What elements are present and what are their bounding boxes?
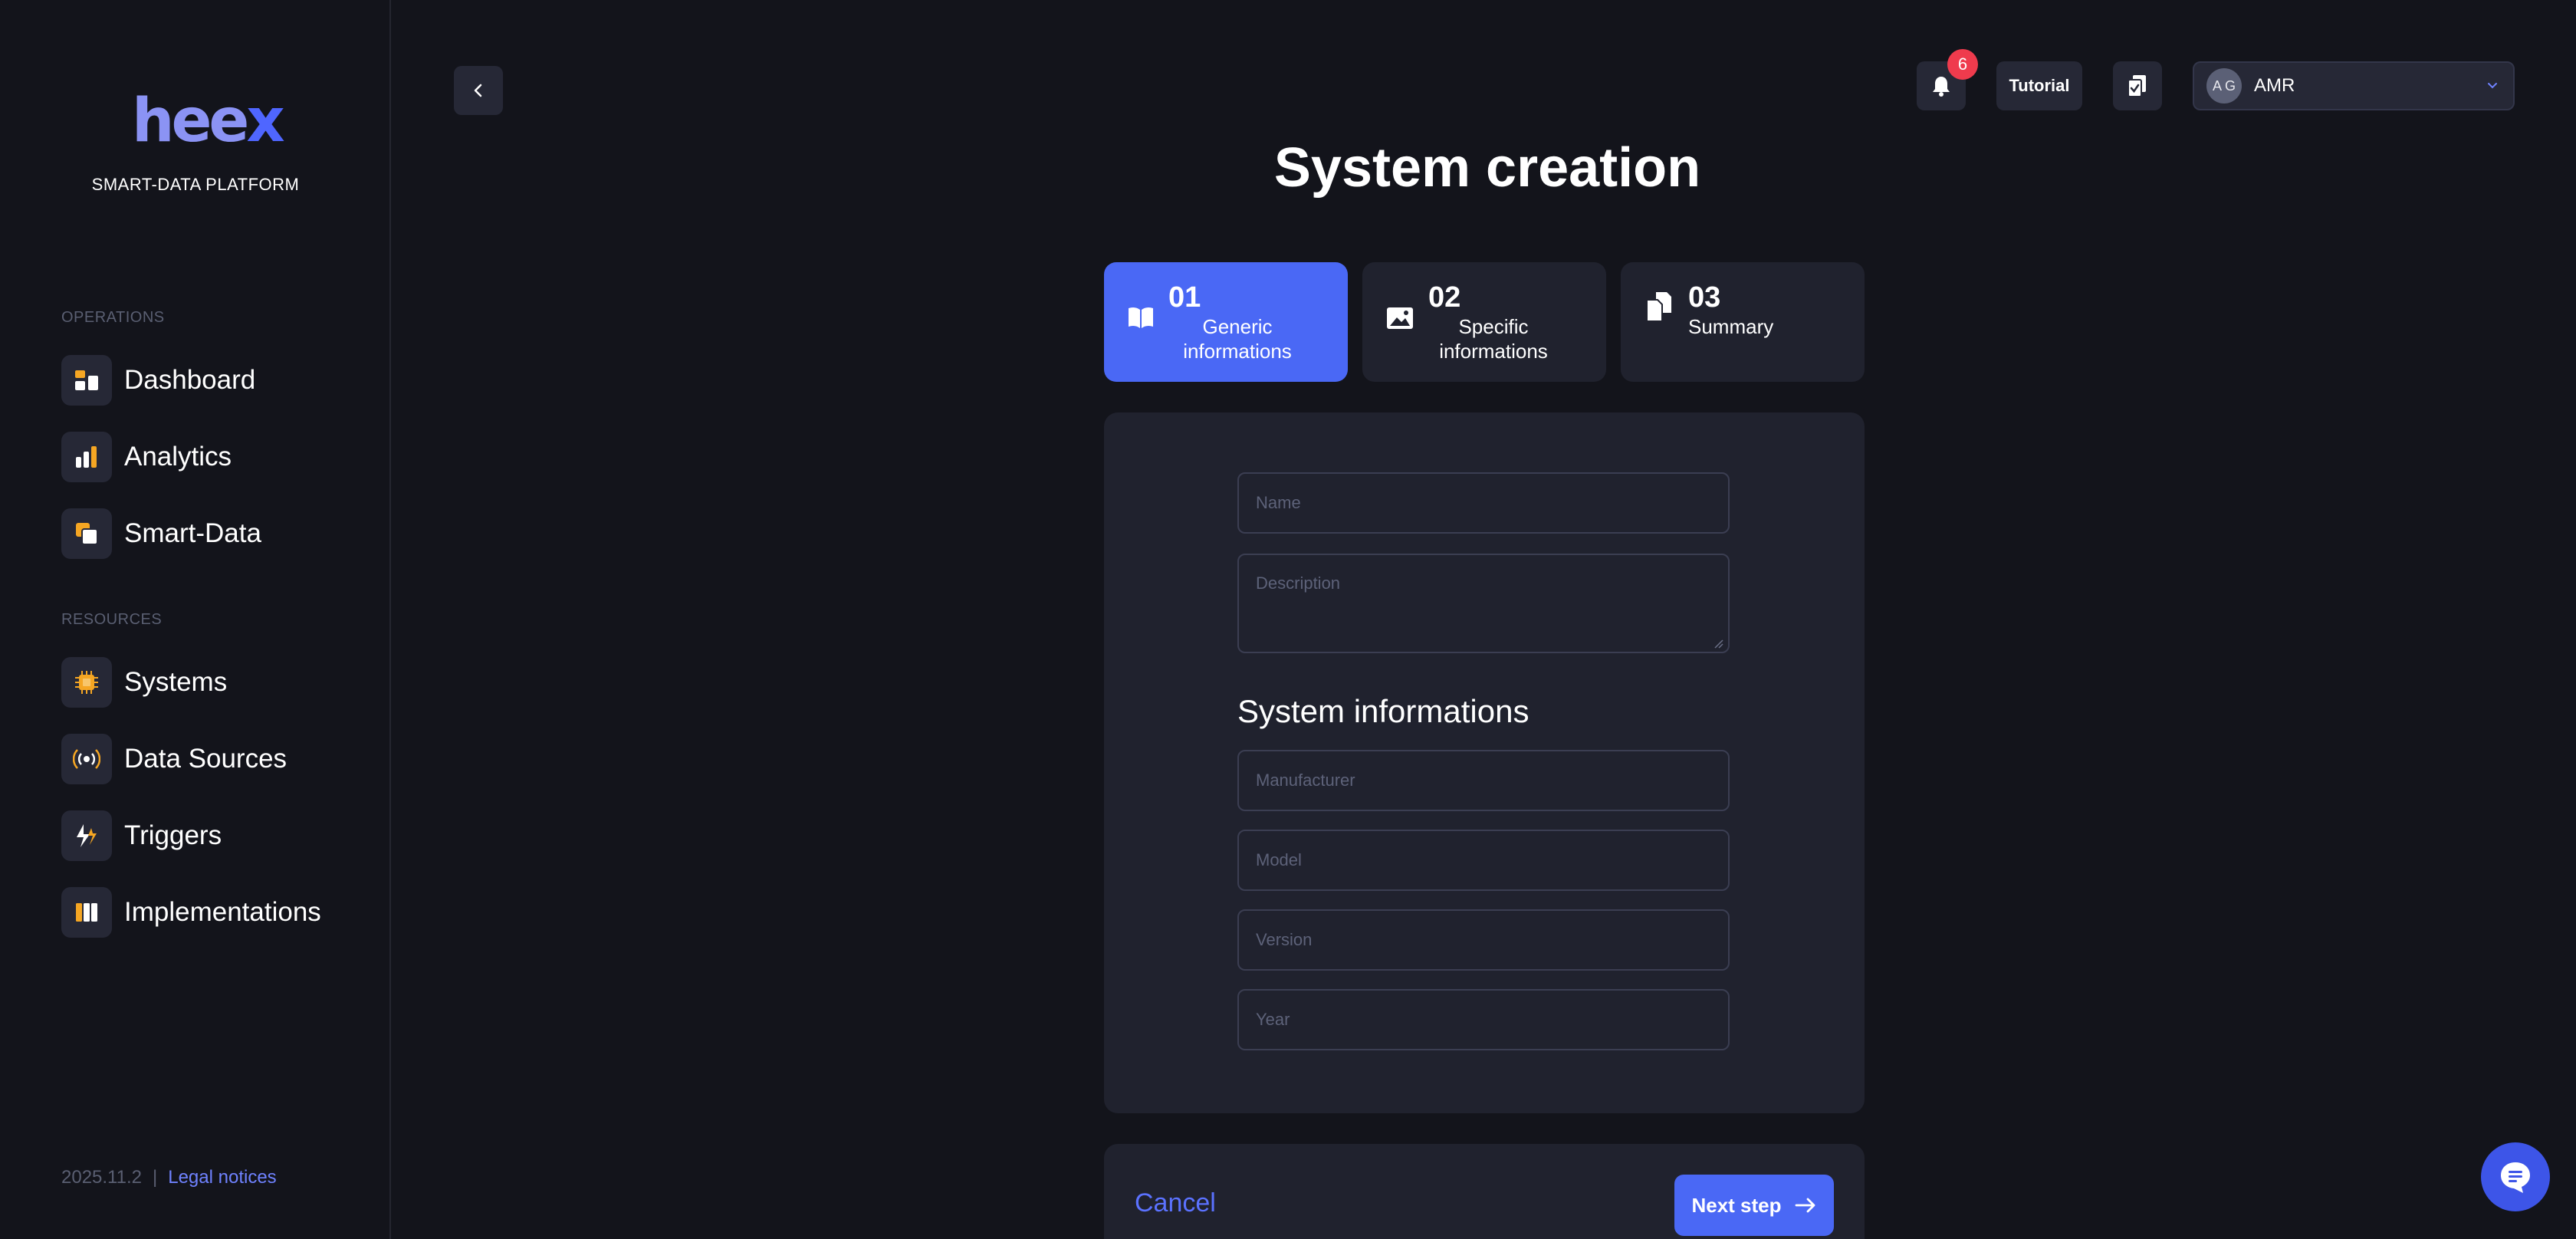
sidebar-item-label: Data Sources	[124, 744, 288, 774]
logo-x: x	[246, 87, 284, 156]
bar-chart-icon	[61, 432, 112, 482]
sidebar-item-analytics[interactable]: Analytics	[61, 431, 232, 483]
chevron-left-icon	[474, 84, 482, 97]
sidebar-item-triggers[interactable]: Triggers	[61, 810, 222, 862]
chat-support-button[interactable]	[2481, 1142, 2550, 1211]
heex-logo[interactable]: heex	[132, 90, 285, 152]
model-field[interactable]: Model	[1237, 830, 1730, 891]
name-field[interactable]: Name	[1237, 472, 1730, 534]
arrow-right-icon	[1795, 1198, 1815, 1213]
resize-grip-icon[interactable]	[1713, 638, 1723, 649]
action-bar: Cancel Next step	[1104, 1144, 1865, 1239]
step-generic-informations[interactable]: 01 Generic informations	[1104, 262, 1348, 382]
lightning-icon	[61, 810, 112, 861]
dashboard-icon	[61, 355, 112, 406]
sidebar-item-label: Triggers	[124, 820, 222, 850]
step-label: Generic informations	[1183, 315, 1292, 363]
sidebar-item-label: Analytics	[124, 442, 232, 472]
sidebar-footer: 2025.11.2 | Legal notices	[61, 1167, 277, 1188]
system-informations-heading: System informations	[1237, 693, 1530, 729]
logo-text: hee	[132, 87, 249, 156]
step-number: 01	[1168, 281, 1201, 314]
chevron-down-icon	[2488, 83, 2497, 89]
sidebar-item-label: Dashboard	[124, 365, 256, 395]
sidebar-item-dashboard[interactable]: Dashboard	[61, 354, 255, 406]
chat-bubble-icon	[2501, 1162, 2530, 1193]
copy-icon	[1644, 290, 1674, 327]
user-name: AMR	[2254, 75, 2295, 96]
step-summary[interactable]: 03 Summary	[1621, 262, 1865, 382]
step-number: 02	[1428, 281, 1461, 314]
step-label: Summary	[1688, 315, 1774, 338]
sidebar-item-label: Smart-Data	[124, 518, 261, 548]
step-number: 03	[1688, 281, 1721, 314]
legal-notices-link[interactable]: Legal notices	[168, 1167, 276, 1188]
sidebar-item-systems[interactable]: Systems	[61, 656, 227, 708]
tasks-button[interactable]	[2113, 61, 2162, 110]
year-field[interactable]: Year	[1237, 989, 1730, 1050]
chip-icon	[61, 657, 112, 708]
footer-separator: |	[153, 1167, 158, 1188]
columns-icon	[61, 887, 112, 938]
notifications-button[interactable]: 6	[1917, 49, 1978, 110]
sidebar: heex SMART-DATA PLATFORM OPERATIONS Dash…	[0, 0, 391, 1239]
tagline: SMART-DATA PLATFORM	[91, 175, 300, 194]
back-button[interactable]	[454, 66, 503, 115]
step-specific-informations[interactable]: 02 Specific informations	[1362, 262, 1606, 382]
description-placeholder: Description	[1256, 573, 1341, 593]
sidebar-item-label: Implementations	[124, 897, 321, 927]
avatar: A G	[2206, 68, 2242, 104]
next-step-button[interactable]: Next step	[1674, 1175, 1834, 1236]
manufacturer-field[interactable]: Manufacturer	[1237, 750, 1730, 811]
form-panel: Name Description System informations Man…	[1104, 412, 1865, 1113]
user-select[interactable]: A G AMR	[2193, 61, 2515, 110]
version-label: 2025.11.2	[61, 1167, 142, 1188]
broadcast-icon	[61, 734, 112, 784]
version-field[interactable]: Version	[1237, 909, 1730, 971]
tutorial-button[interactable]: Tutorial	[1996, 61, 2082, 110]
sidebar-item-implementations[interactable]: Implementations	[61, 886, 321, 938]
step-label: Specific informations	[1439, 315, 1548, 363]
smart-data-icon	[61, 508, 112, 559]
bell-icon	[1933, 77, 1950, 97]
book-icon	[1127, 305, 1155, 334]
image-icon	[1385, 305, 1414, 335]
next-step-label: Next step	[1691, 1193, 1782, 1217]
sidebar-item-label: Systems	[124, 667, 228, 697]
cancel-button[interactable]: Cancel	[1135, 1188, 1216, 1218]
description-field[interactable]: Description	[1237, 554, 1730, 653]
page-title: System creation	[1273, 137, 1701, 199]
section-label-operations: OPERATIONS	[61, 309, 165, 326]
sidebar-item-smart-data[interactable]: Smart-Data	[61, 508, 261, 560]
sidebar-item-data-sources[interactable]: Data Sources	[61, 733, 287, 785]
section-label-resources: RESOURCES	[61, 611, 163, 628]
notification-count-badge: 6	[1947, 49, 1978, 80]
clipboard-check-icon	[2128, 75, 2146, 97]
